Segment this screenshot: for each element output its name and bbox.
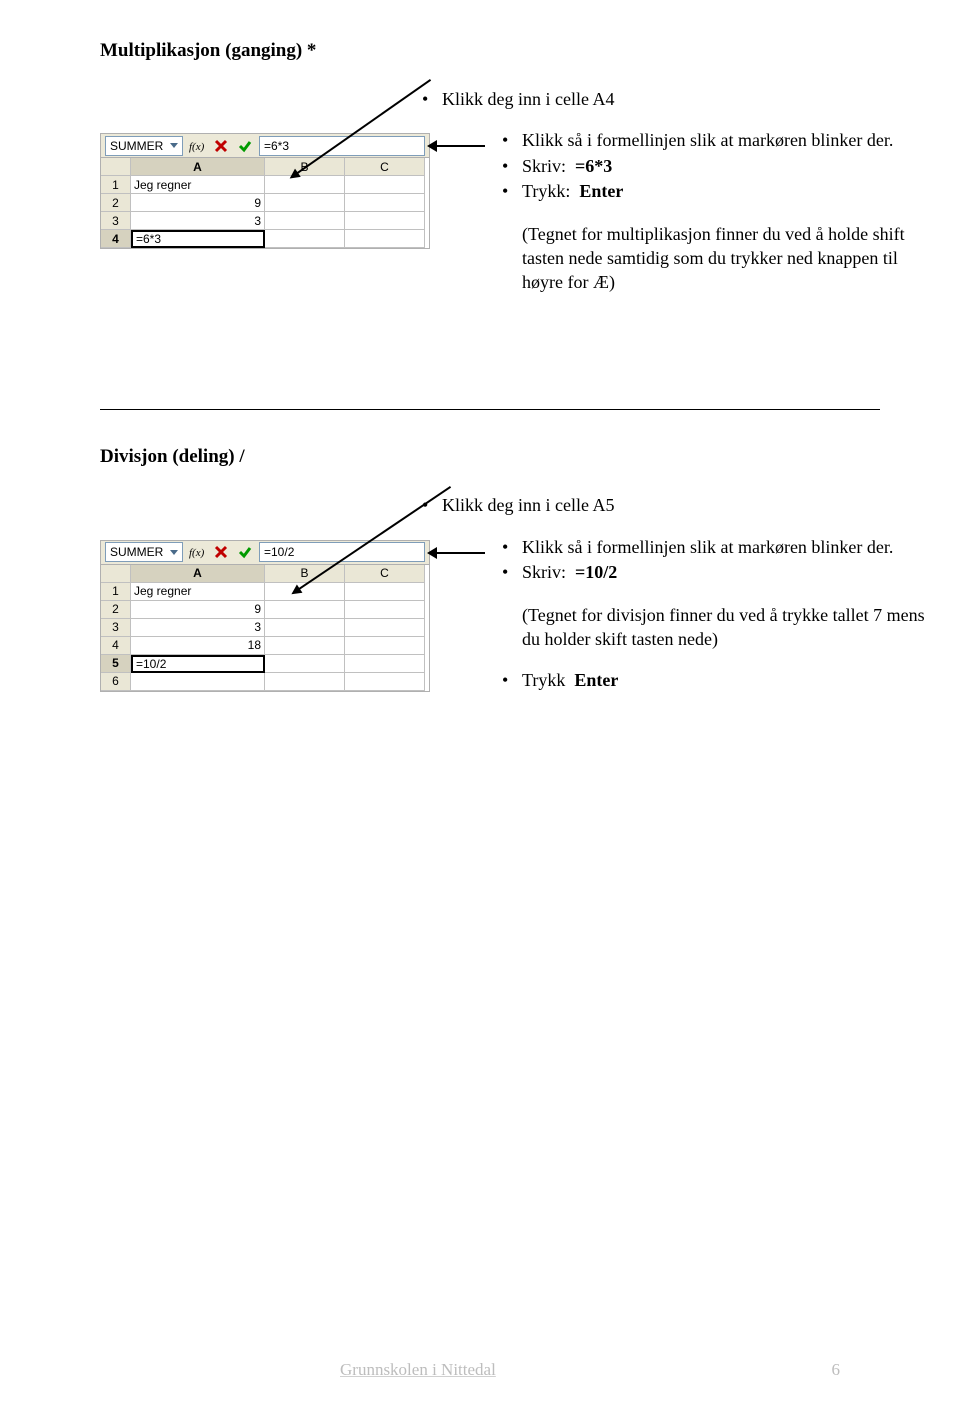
note-text: (Tegnet for divisjon finner du ved å try… <box>500 603 940 652</box>
row-header[interactable]: 1 <box>101 583 131 601</box>
fx-icon[interactable]: f(x) <box>187 136 207 156</box>
page-number: 6 <box>832 1360 841 1380</box>
spreadsheet-grid: A B C 1 Jeg regner 2 9 <box>101 565 429 691</box>
grid-cell[interactable] <box>345 655 425 673</box>
formula-value: =10/2 <box>264 545 294 559</box>
grid-cell[interactable] <box>265 230 345 248</box>
grid-cell[interactable]: 3 <box>131 212 265 230</box>
spreadsheet-screenshot: SUMMER f(x) =10/2 <box>100 540 430 692</box>
bullet-item: Klikk så i formellinjen slik at markøren… <box>500 129 940 152</box>
cancel-icon[interactable] <box>211 542 231 562</box>
corner-header[interactable] <box>101 565 131 583</box>
accept-icon[interactable] <box>235 542 255 562</box>
formula-bar: SUMMER f(x) =10/2 <box>101 541 429 565</box>
pointer-arrow-icon <box>435 145 485 147</box>
chevron-down-icon[interactable] <box>170 143 178 148</box>
col-header[interactable]: A <box>131 565 265 583</box>
corner-header[interactable] <box>101 158 131 176</box>
chevron-down-icon[interactable] <box>170 550 178 555</box>
svg-text:f(x): f(x) <box>189 141 205 153</box>
section-heading: Multiplikasjon (ganging) * <box>100 40 880 62</box>
accept-icon[interactable] <box>235 136 255 156</box>
grid-cell[interactable] <box>345 673 425 691</box>
grid-cell[interactable] <box>265 176 345 194</box>
grid-cell[interactable]: 9 <box>131 194 265 212</box>
row-header[interactable]: 3 <box>101 212 131 230</box>
row-header[interactable]: 4 <box>101 230 131 248</box>
grid-cell-active[interactable]: =10/2 <box>131 655 265 673</box>
cancel-icon[interactable] <box>211 136 231 156</box>
grid-cell[interactable] <box>265 673 345 691</box>
grid-cell[interactable] <box>265 212 345 230</box>
grid-cell[interactable]: 3 <box>131 619 265 637</box>
row-header[interactable]: 6 <box>101 673 131 691</box>
bullet-item: Trykk: Enter <box>500 180 940 203</box>
bullet-item: Trykk Enter <box>500 669 940 692</box>
grid-cell[interactable] <box>345 212 425 230</box>
name-box-value: SUMMER <box>110 545 163 559</box>
grid-cell[interactable] <box>345 194 425 212</box>
grid-cell[interactable] <box>345 230 425 248</box>
grid-cell[interactable]: 9 <box>131 601 265 619</box>
formula-input[interactable]: =6*3 <box>259 136 425 156</box>
grid-cell[interactable]: 18 <box>131 637 265 655</box>
grid-cell[interactable] <box>345 601 425 619</box>
grid-cell[interactable] <box>265 194 345 212</box>
col-header[interactable]: C <box>345 158 425 176</box>
note-text: (Tegnet for multiplikasjon finner du ved… <box>500 222 940 295</box>
grid-cell[interactable] <box>265 637 345 655</box>
grid-cell[interactable]: Jeg regner <box>131 583 265 601</box>
col-header[interactable]: C <box>345 565 425 583</box>
grid-cell[interactable] <box>265 619 345 637</box>
row-header[interactable]: 1 <box>101 176 131 194</box>
bullet-item: Skriv: =10/2 <box>500 561 940 584</box>
bullet-item: Klikk deg inn i celle A5 <box>420 494 880 517</box>
grid-cell[interactable] <box>345 619 425 637</box>
bullet-item: Skriv: =6*3 <box>500 155 940 178</box>
grid-cell[interactable] <box>345 583 425 601</box>
section-heading: Divisjon (deling) / <box>100 446 880 468</box>
formula-value: =6*3 <box>264 139 289 153</box>
fx-icon[interactable]: f(x) <box>187 542 207 562</box>
section-division: Divisjon (deling) / Klikk deg inn i cell… <box>100 446 880 691</box>
row-header[interactable]: 4 <box>101 637 131 655</box>
col-header[interactable]: A <box>131 158 265 176</box>
grid-cell-active[interactable]: =6*3 <box>131 230 265 248</box>
bullet-item: Klikk så i formellinjen slik at markøren… <box>500 536 940 559</box>
row-header[interactable]: 2 <box>101 194 131 212</box>
row-header[interactable]: 3 <box>101 619 131 637</box>
page-footer: Grunnskolen i Nittedal 6 <box>0 1360 960 1380</box>
grid-cell[interactable] <box>265 655 345 673</box>
row-header[interactable]: 2 <box>101 601 131 619</box>
grid-cell[interactable] <box>345 637 425 655</box>
grid-cell[interactable] <box>345 176 425 194</box>
name-box[interactable]: SUMMER <box>105 542 183 562</box>
name-box-value: SUMMER <box>110 139 163 153</box>
divider <box>100 409 880 410</box>
footer-text: Grunnskolen i Nittedal <box>340 1360 496 1380</box>
grid-cell[interactable] <box>265 601 345 619</box>
grid-cell[interactable] <box>131 673 265 691</box>
svg-text:f(x): f(x) <box>189 547 205 559</box>
pointer-arrow-icon <box>435 552 485 554</box>
spreadsheet-screenshot: SUMMER f(x) =6*3 <box>100 133 430 249</box>
bullet-item: Klikk deg inn i celle A4 <box>420 88 880 111</box>
grid-cell[interactable]: Jeg regner <box>131 176 265 194</box>
section-multiplication: Multiplikasjon (ganging) * Klikk deg inn… <box>100 40 880 249</box>
col-header[interactable]: B <box>265 565 345 583</box>
name-box[interactable]: SUMMER <box>105 136 183 156</box>
row-header[interactable]: 5 <box>101 655 131 673</box>
formula-bar: SUMMER f(x) =6*3 <box>101 134 429 158</box>
spreadsheet-grid: A B C 1 Jeg regner 2 9 <box>101 158 429 248</box>
